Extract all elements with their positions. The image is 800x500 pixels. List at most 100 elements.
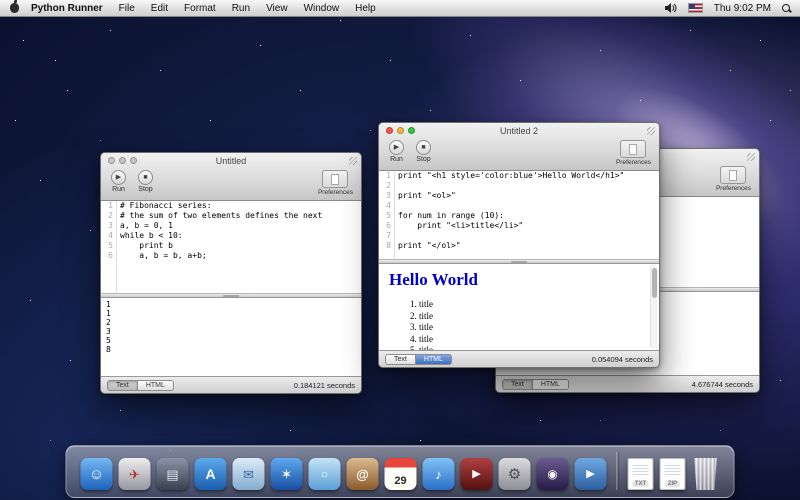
dock-item-address-book[interactable]: @: [347, 458, 379, 490]
menu-window[interactable]: Window: [296, 3, 348, 14]
list-item: title: [419, 322, 649, 334]
finder-icon: ☺: [81, 458, 113, 490]
trash-icon: [692, 458, 720, 490]
zip-archive-icon: ZIP: [660, 458, 686, 490]
status-bar: Text HTML 4.676744 seconds: [496, 375, 759, 392]
dock-item-zip-archive[interactable]: ZIP: [660, 458, 686, 490]
address-book-icon: @: [347, 458, 379, 490]
output-line: 3: [106, 327, 356, 336]
title-bar[interactable]: Untitled: [101, 153, 361, 168]
segment-html[interactable]: HTML: [416, 355, 451, 364]
code-text: print "<h1 style='color:blue'>Hello Worl…: [394, 171, 624, 181]
segment-text[interactable]: Text: [108, 381, 138, 390]
menu-view[interactable]: View: [258, 3, 296, 14]
input-language-flag-icon[interactable]: [688, 3, 703, 13]
dock-item-finder[interactable]: ☺: [81, 458, 113, 490]
run-button[interactable]: ▶ Run: [389, 140, 404, 163]
preferences-button[interactable]: Preferences: [616, 140, 651, 166]
window-untitled-2[interactable]: Untitled 2 ▶ Run ■ Stop Preferences 1pri…: [378, 122, 660, 368]
dock-item-system-preferences[interactable]: ⚙: [499, 458, 531, 490]
code-text: print "</ol>": [394, 241, 461, 251]
line-number: 7: [379, 231, 394, 241]
code-editor[interactable]: 1print "<h1 style='color:blue'>Hello Wor…: [379, 171, 659, 259]
zoom-button[interactable]: [130, 157, 137, 164]
play-icon: ▶: [116, 174, 121, 181]
menu-edit[interactable]: Edit: [143, 3, 176, 14]
menu-help[interactable]: Help: [347, 3, 384, 14]
stop-button[interactable]: ■ Stop: [138, 170, 153, 193]
preferences-icon: [331, 174, 339, 185]
segment-text[interactable]: Text: [386, 355, 416, 364]
code-text: a, b = b, a+b;: [116, 251, 207, 261]
vertical-scrollbar[interactable]: [650, 265, 658, 349]
code-line: 2: [379, 181, 659, 191]
code-line: 3a, b = 0, 1: [101, 221, 361, 231]
line-number: 8: [379, 241, 394, 251]
zoom-button[interactable]: [408, 127, 415, 134]
txt-document-icon: TXT: [628, 458, 654, 490]
mission-control-icon: ▤: [157, 458, 189, 490]
code-text: print b: [116, 241, 173, 251]
code-line: 7: [379, 231, 659, 241]
menu-app-name[interactable]: Python Runner: [31, 3, 111, 14]
window-untitled[interactable]: Untitled ▶ Run ■ Stop Preferences 1# Fib…: [100, 152, 362, 394]
stop-button[interactable]: ■ Stop: [416, 140, 431, 163]
status-bar: Text HTML 0.054094 seconds: [379, 350, 659, 367]
mail-icon: ✉: [233, 458, 265, 490]
output-pane[interactable]: 1 1 2 3 5 8: [101, 298, 361, 376]
line-number: 2: [101, 211, 116, 221]
dock-item-dvd-player[interactable]: ▶: [461, 458, 493, 490]
menu-bar: Python Runner File Edit Format Run View …: [0, 0, 800, 17]
dock-item-launchpad[interactable]: ✈: [119, 458, 151, 490]
dock-item-ichat[interactable]: ○: [309, 458, 341, 490]
volume-icon[interactable]: [665, 3, 677, 13]
menu-format[interactable]: Format: [176, 3, 224, 14]
menu-file[interactable]: File: [111, 3, 143, 14]
toolbar-grip-icon[interactable]: [747, 153, 755, 161]
dock-item-python-runner[interactable]: ▶: [575, 458, 607, 490]
status-bar: Text HTML 0.184121 seconds: [101, 376, 361, 393]
line-number: 2: [379, 181, 394, 191]
dock-item-photo-booth[interactable]: ◉: [537, 458, 569, 490]
toolbar-grip-icon[interactable]: [647, 127, 655, 135]
toolbar-grip-icon[interactable]: [349, 157, 357, 165]
line-number: 5: [379, 211, 394, 221]
window-title: Untitled: [101, 156, 361, 166]
dock-item-mail[interactable]: ✉: [233, 458, 265, 490]
dock-item-txt-document[interactable]: TXT: [628, 458, 654, 490]
line-number: 5: [101, 241, 116, 251]
dock-item-itunes[interactable]: ♪: [423, 458, 455, 490]
preferences-button[interactable]: Preferences: [318, 170, 353, 196]
list-item: title: [419, 311, 649, 323]
play-icon: ▶: [394, 144, 399, 151]
minimize-button[interactable]: [397, 127, 404, 134]
minimize-button[interactable]: [119, 157, 126, 164]
segment-html[interactable]: HTML: [138, 381, 173, 390]
close-button[interactable]: [108, 157, 115, 164]
segment-text[interactable]: Text: [503, 380, 533, 389]
dock-item-safari[interactable]: ✶: [271, 458, 303, 490]
spotlight-search-icon[interactable]: [782, 4, 790, 12]
close-button[interactable]: [386, 127, 393, 134]
photo-booth-icon: ◉: [537, 458, 569, 490]
segment-html[interactable]: HTML: [533, 380, 568, 389]
dock-item-app-store[interactable]: A: [195, 458, 227, 490]
apple-menu-icon[interactable]: [10, 3, 19, 13]
code-line: 4while b < 10:: [101, 231, 361, 241]
preferences-button[interactable]: Preferences: [716, 166, 751, 192]
run-button[interactable]: ▶ Run: [111, 170, 126, 193]
html-output-pane[interactable]: Hello World title title title title titl…: [379, 264, 659, 350]
pane-splitter[interactable]: [101, 293, 361, 298]
rendered-list: title title title title title title: [389, 299, 649, 350]
title-bar[interactable]: Untitled 2: [379, 123, 659, 138]
code-editor[interactable]: 1# Fibonacci series: 2# the sum of two e…: [101, 201, 361, 293]
code-line: 6 a, b = b, a+b;: [101, 251, 361, 261]
menu-run[interactable]: Run: [224, 3, 258, 14]
code-line: 1print "<h1 style='color:blue'>Hello Wor…: [379, 171, 659, 181]
dvd-player-icon: ▶: [461, 458, 493, 490]
scrollbar-thumb[interactable]: [652, 268, 657, 298]
dock-item-ical[interactable]: 29: [385, 458, 417, 490]
dock-item-mission-control[interactable]: ▤: [157, 458, 189, 490]
dock-item-trash[interactable]: [692, 458, 720, 490]
menu-clock[interactable]: Thu 9:02 PM: [714, 3, 771, 14]
